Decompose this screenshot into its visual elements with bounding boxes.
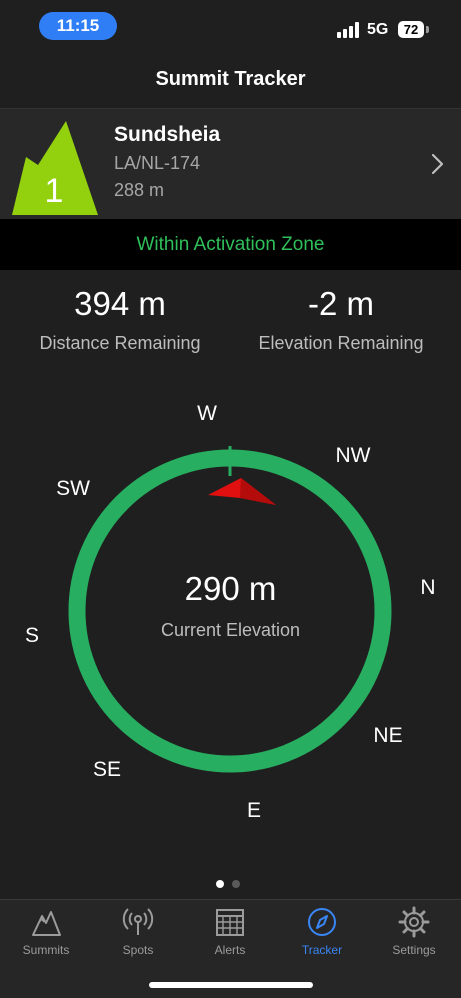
compass-ring <box>68 449 392 773</box>
tab-spots[interactable]: Spots <box>92 906 184 962</box>
distance-remaining-value: 394 m <box>74 285 166 322</box>
summit-row[interactable]: 1 Sundsheia LA/NL-174 288 m <box>0 108 461 220</box>
summit-name: Sundsheia <box>114 123 221 146</box>
page-dot-active[interactable] <box>216 880 224 888</box>
chevron-right-icon[interactable] <box>430 151 446 177</box>
elevation-remaining-label: Elevation Remaining <box>258 333 424 353</box>
compass-label-ne: NE <box>373 724 403 747</box>
screen: 11:15 5G 72 Summit Tracker 1 Sundsheia L… <box>0 0 461 998</box>
distance-remaining-label: Distance Remaining <box>39 333 201 353</box>
activation-zone-banner: Within Activation Zone <box>0 219 461 270</box>
summit-height: 288 m <box>114 180 165 200</box>
compass-label-w: W <box>197 402 217 425</box>
summit-rank: 1 <box>45 172 64 210</box>
summit-reference: LA/NL-174 <box>114 153 201 173</box>
current-elevation-label: Current Elevation <box>160 620 301 640</box>
page-indicator[interactable] <box>216 880 240 889</box>
compass-label-e: E <box>246 799 262 822</box>
tab-alerts[interactable]: Alerts <box>184 906 276 962</box>
tab-tracker[interactable]: Tracker <box>276 906 368 962</box>
status-bar: 11:15 5G 72 <box>0 0 461 52</box>
status-time[interactable]: 11:15 <box>39 12 117 40</box>
home-indicator[interactable] <box>149 982 313 988</box>
tab-settings[interactable]: Settings <box>368 906 460 962</box>
calendar-icon <box>216 909 244 936</box>
page-dot[interactable] <box>232 880 240 888</box>
signal-icon <box>337 22 361 38</box>
compass-label-sw: SW <box>56 477 90 500</box>
battery-tip <box>426 26 429 33</box>
network-type: 5G <box>367 21 389 38</box>
page-title: Summit Tracker <box>155 68 306 90</box>
tab-settings-label: Settings <box>392 943 436 957</box>
gear-icon <box>398 906 430 938</box>
compass-icon <box>308 908 336 936</box>
tab-spots-label: Spots <box>122 943 154 957</box>
tab-tracker-label: Tracker <box>301 943 343 957</box>
mountain-icon <box>32 911 61 936</box>
elevation-remaining-value: -2 m <box>308 285 374 322</box>
compass-label-nw: NW <box>335 444 371 467</box>
compass-label-se: SE <box>92 758 122 781</box>
current-elevation-value: 290 m <box>184 570 277 607</box>
battery-icon: 72 <box>398 21 424 38</box>
tab-alerts-label: Alerts <box>214 943 246 957</box>
broadcast-icon <box>122 908 154 935</box>
mountain-icon: 1 <box>12 121 98 215</box>
bearing-pointer-shade <box>240 478 276 505</box>
tab-summits-label: Summits <box>22 943 70 957</box>
tab-summits[interactable]: Summits <box>0 906 92 962</box>
